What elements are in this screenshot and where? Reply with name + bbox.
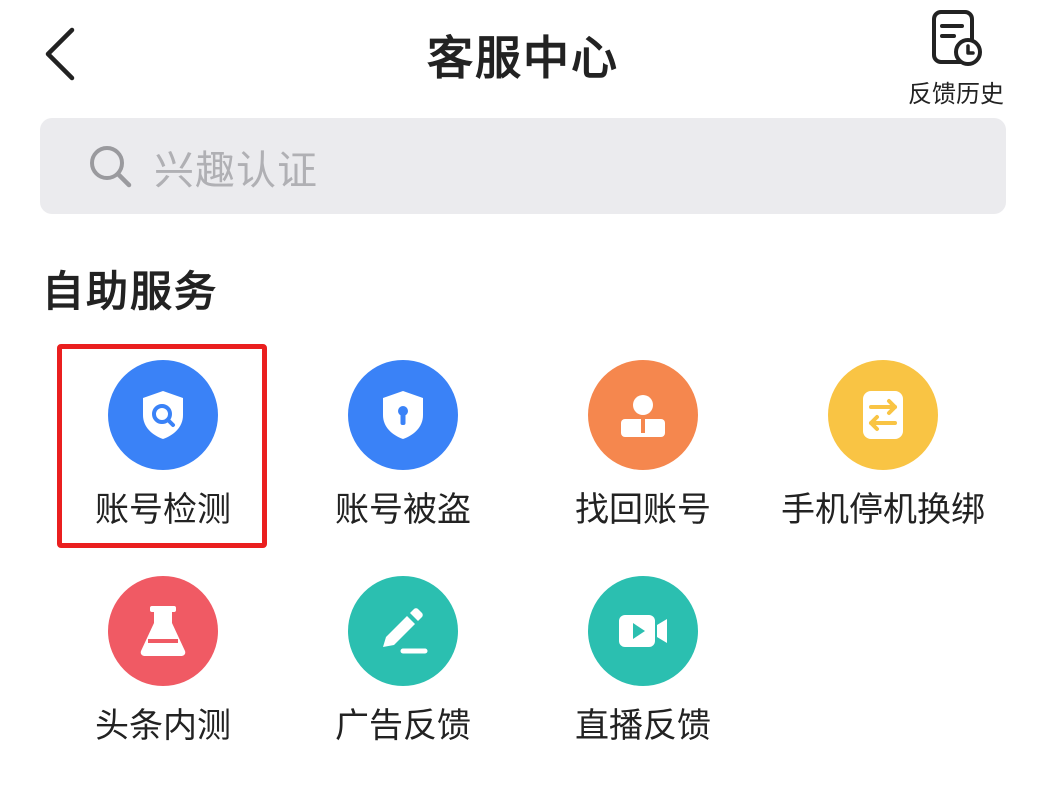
page-title: 客服中心	[427, 31, 619, 85]
back-button[interactable]	[30, 22, 90, 86]
user-badge-icon	[588, 360, 698, 470]
section-title-self-service: 自助服务	[42, 267, 219, 316]
search-placeholder: 兴趣认证	[154, 148, 318, 194]
service-label: 直播反馈	[575, 706, 711, 746]
service-label: 手机停机换绑	[781, 490, 985, 530]
service-label: 账号被盗	[335, 490, 471, 530]
top-nav-bar: 客服中心 反馈历史	[0, 0, 1046, 110]
service-live-feedback[interactable]: 直播反馈	[523, 558, 763, 758]
search-icon	[90, 146, 132, 188]
document-clock-icon	[932, 10, 982, 66]
flask-icon	[108, 576, 218, 686]
service-account-check[interactable]: 账号检测	[43, 342, 283, 542]
video-camera-icon	[588, 576, 698, 686]
search-bar[interactable]: 兴趣认证	[40, 118, 1006, 214]
service-label: 找回账号	[575, 490, 711, 530]
feedback-history-button[interactable]: 反馈历史	[896, 8, 1016, 108]
shield-lock-icon	[348, 360, 458, 470]
feedback-history-label: 反馈历史	[908, 80, 1004, 108]
shield-search-icon	[108, 360, 218, 470]
service-label: 头条内测	[95, 706, 231, 746]
service-account-stolen[interactable]: 账号被盗	[283, 342, 523, 542]
service-rebind-phone[interactable]: 手机停机换绑	[763, 342, 1003, 542]
pencil-edit-icon	[348, 576, 458, 686]
service-toutiao-beta[interactable]: 头条内测	[43, 558, 283, 758]
service-ad-feedback[interactable]: 广告反馈	[283, 558, 523, 758]
service-recover-account[interactable]: 找回账号	[523, 342, 763, 542]
service-label: 账号检测	[95, 490, 231, 530]
swap-arrows-icon	[828, 360, 938, 470]
service-label: 广告反馈	[335, 706, 471, 746]
chevron-left-icon	[45, 27, 75, 81]
